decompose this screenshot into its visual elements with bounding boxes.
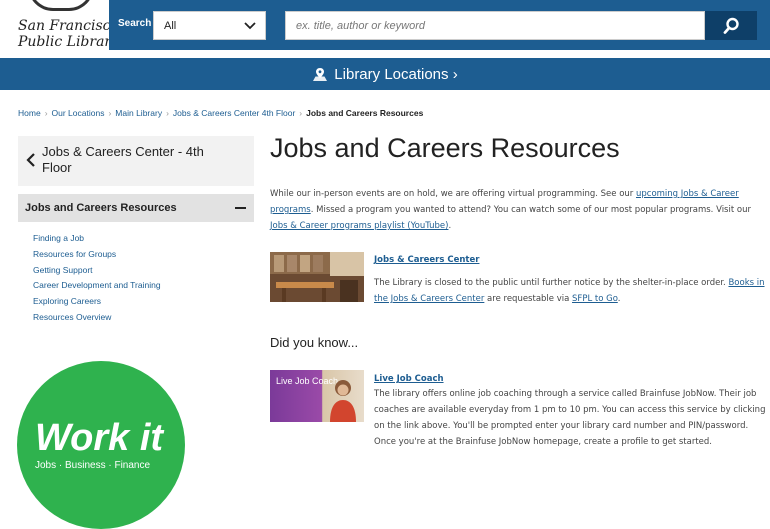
sidebar-section-toggle[interactable]: Jobs and Careers Resources <box>18 194 254 222</box>
card1-text-1: The Library is closed to the public unti… <box>374 278 729 288</box>
search-scope-select[interactable]: All <box>153 11 266 40</box>
sidebar-item-resources-for-groups[interactable]: Resources for Groups <box>33 247 161 263</box>
card1-text-2: are requestable via <box>484 294 573 304</box>
library-locations-label: Library Locations › <box>334 65 458 83</box>
work-it-title: Work it <box>35 417 164 459</box>
card1-text-3: . <box>617 294 621 304</box>
breadcrumb-our-locations[interactable]: Our Locations <box>52 108 105 118</box>
work-it-badge[interactable]: Work it Jobs · Business · Finance <box>17 361 185 529</box>
did-you-know-heading: Did you know... <box>270 335 359 350</box>
search-label: Search <box>118 18 152 29</box>
sfpl-logo[interactable]: San Francisco Public Library <box>18 0 119 54</box>
library-locations-bar[interactable]: Library Locations › <box>0 58 770 90</box>
intro-text-3: . <box>448 221 452 231</box>
work-it-subtitle: Jobs · Business · Finance <box>35 460 151 471</box>
jobs-careers-center-text: The Library is closed to the public unti… <box>374 275 766 307</box>
breadcrumb-jobs-careers-center[interactable]: Jobs & Careers Center 4th Floor <box>173 108 295 118</box>
sidebar-item-finding-a-job[interactable]: Finding a Job <box>33 231 161 247</box>
search-button[interactable] <box>705 11 757 40</box>
page-title: Jobs and Careers Resources <box>270 133 620 163</box>
jobs-careers-center-link[interactable]: Jobs & Careers Center <box>374 255 479 265</box>
logo-line-2: Public Library <box>18 34 120 50</box>
search-field[interactable] <box>285 11 705 40</box>
breadcrumb-main-library[interactable]: Main Library <box>115 108 162 118</box>
intro-paragraph: While our in-person events are on hold, … <box>270 186 766 234</box>
search-input[interactable] <box>294 12 698 40</box>
collapse-minus-icon <box>235 207 246 209</box>
breadcrumb-separator-icon: › <box>166 108 169 118</box>
sidebar-links: Finding a Job Resources for Groups Getti… <box>33 231 161 326</box>
sidebar-header-title: Jobs & Careers Center - 4th Floor <box>42 144 204 175</box>
programs-playlist-link[interactable]: Jobs & Career programs playlist (YouTube… <box>270 221 448 231</box>
sidebar-back-link[interactable]: Jobs & Careers Center - 4th Floor <box>18 136 254 186</box>
sidebar-item-getting-support[interactable]: Getting Support <box>33 263 161 279</box>
site-header: San Francisco Public Library Search All <box>0 0 770 54</box>
search-icon <box>723 17 739 34</box>
breadcrumb: Home › Our Locations › Main Library › Jobs & C… <box>18 108 423 118</box>
breadcrumb-home[interactable]: Home <box>18 108 41 118</box>
intro-text-1: While our in-person events are on hold, … <box>270 189 636 199</box>
sidebar-section-label: Jobs and Careers Resources <box>25 202 177 214</box>
search-bar: Search All <box>109 0 770 50</box>
live-job-coach-text: The library offers online job coaching t… <box>374 389 766 447</box>
breadcrumb-separator-icon: › <box>44 108 48 118</box>
jobs-careers-center-image[interactable] <box>270 252 364 302</box>
logo-arc <box>28 0 94 11</box>
chevron-left-icon <box>26 153 35 167</box>
search-scope-value: All <box>164 20 177 32</box>
logo-line-1: San Francisco <box>18 18 119 34</box>
sfpl-to-go-link[interactable]: SFPL to Go <box>572 294 618 304</box>
breadcrumb-separator-icon: › <box>108 108 112 118</box>
sidebar-item-resources-overview[interactable]: Resources Overview <box>33 310 161 326</box>
sidebar-item-career-development[interactable]: Career Development and Training <box>33 278 161 294</box>
live-job-coach-link[interactable]: Live Job Coach <box>374 374 444 384</box>
coach-person-icon <box>330 380 356 422</box>
sidebar-item-exploring-careers[interactable]: Exploring Careers <box>33 294 161 310</box>
breadcrumb-current: Jobs and Careers Resources <box>306 108 424 118</box>
map-marker-icon <box>313 67 328 81</box>
intro-text-2: . Missed a program you wanted to attend?… <box>310 205 751 215</box>
breadcrumb-separator-icon: › <box>299 108 303 118</box>
live-job-coach-image[interactable]: Live Job Coach <box>270 370 364 422</box>
chevron-down-icon <box>244 22 256 30</box>
